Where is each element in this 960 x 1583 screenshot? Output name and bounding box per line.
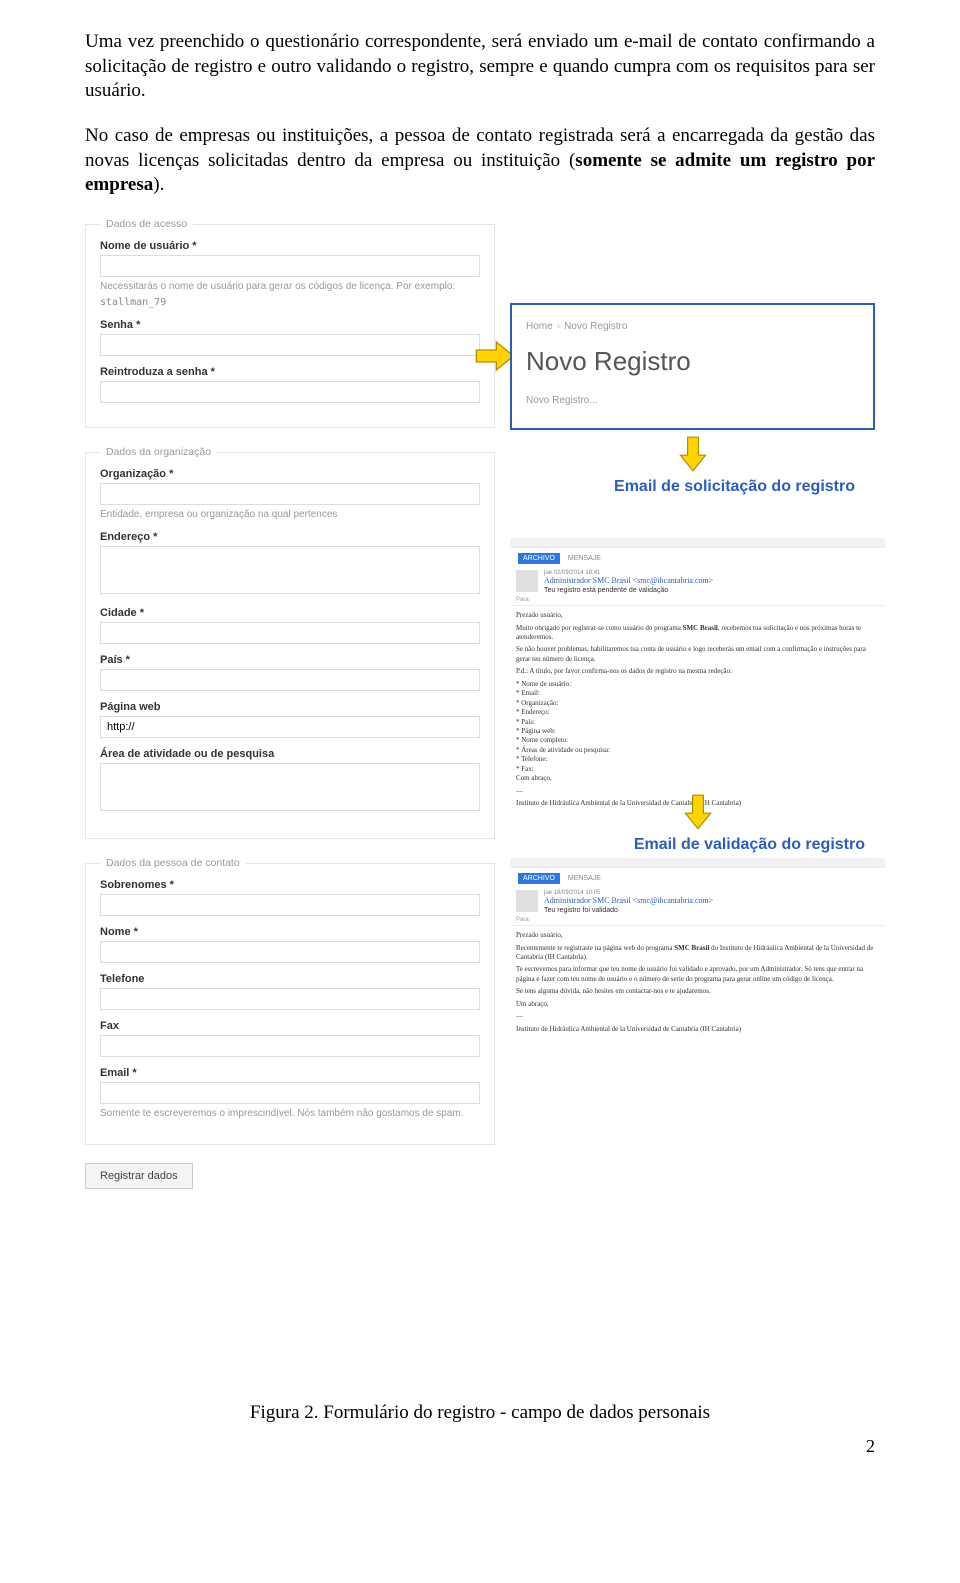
- arrow-down-icon-2: [678, 794, 718, 830]
- intro-paragraph-2: No caso de empresas ou instituições, a p…: [85, 124, 875, 198]
- legend-contact: Dados da pessoa de contato: [100, 857, 246, 869]
- breadcrumb-current: Novo Registro: [564, 321, 627, 332]
- fieldset-access: Dados de acesso Nome de usuário * Necess…: [85, 218, 495, 428]
- intro-paragraph-1: Uma vez preenchido o questionário corres…: [85, 30, 875, 104]
- avatar-icon: [516, 570, 538, 592]
- right-column: Home›Novo Registro Novo Registro Novo Re…: [510, 303, 875, 500]
- label-pagina: Página web: [100, 701, 480, 713]
- label-org: Organização *: [100, 468, 480, 480]
- arrow-right-icon: [475, 338, 515, 374]
- email-input[interactable]: [100, 1082, 480, 1104]
- label-email: Email *: [100, 1067, 480, 1079]
- label-senha: Senha *: [100, 319, 480, 331]
- label-fax: Fax: [100, 1020, 480, 1032]
- email2-body: Prezado usuário, Recentemente te registr…: [510, 928, 885, 1040]
- fax-input[interactable]: [100, 1035, 480, 1057]
- email-heading-2: Email de validação do registro: [510, 836, 885, 854]
- label-nome: Nome *: [100, 926, 480, 938]
- label-telefone: Telefone: [100, 973, 480, 985]
- email1-header: ARCHIVO MENSAJE jue 02/09/2014 18:41 Adm…: [510, 548, 885, 597]
- email-screenshot-2: ARCHIVO MENSAJE jue 18/09/2014 10:05 Adm…: [510, 858, 885, 1040]
- novo-title: Novo Registro: [526, 346, 859, 377]
- org-help: Entidade, empresa ou organização na qual…: [100, 508, 480, 521]
- breadcrumb-home: Home: [526, 321, 553, 332]
- email2-subject: Teu registro foi validado: [516, 907, 879, 914]
- area-input[interactable]: [100, 763, 480, 811]
- email1-tab: MENSAJE: [568, 555, 601, 562]
- nome-input[interactable]: [100, 941, 480, 963]
- email2-tab: MENSAJE: [568, 875, 601, 882]
- label-pais: País *: [100, 654, 480, 666]
- org-input[interactable]: [100, 483, 480, 505]
- label-senha2: Reintroduza a senha *: [100, 366, 480, 378]
- fieldset-contact: Dados da pessoa de contato Sobrenomes * …: [85, 857, 495, 1145]
- registration-form: Dados de acesso Nome de usuário * Necess…: [85, 218, 495, 1189]
- novo-subtitle: Novo Registro...: [526, 395, 859, 406]
- avatar-icon-2: [516, 890, 538, 912]
- figure-composite: Dados de acesso Nome de usuário * Necess…: [85, 218, 875, 1398]
- email1-subject: Teu registro está pendente de validação: [516, 587, 879, 594]
- figure-caption: Figura 2. Formulário do registro - campo…: [85, 1402, 875, 1424]
- page-number: 2: [85, 1436, 875, 1457]
- breadcrumb: Home›Novo Registro: [526, 321, 859, 332]
- email1-ribbon: [510, 538, 885, 548]
- endereco-input[interactable]: [100, 546, 480, 594]
- arrow-down-icon-1: [673, 436, 713, 472]
- senha2-input[interactable]: [100, 381, 480, 403]
- email2-ribbon: [510, 858, 885, 868]
- email-screenshot-1: ARCHIVO MENSAJE jue 02/09/2014 18:41 Adm…: [510, 538, 885, 814]
- email2-para-label: Para: [510, 917, 885, 923]
- username-example: stallman_79: [100, 296, 480, 309]
- fieldset-org: Dados da organização Organização * Entid…: [85, 446, 495, 839]
- label-endereco: Endereço *: [100, 531, 480, 543]
- label-sobrenomes: Sobrenomes *: [100, 879, 480, 891]
- email2-from: Administrador SMC Brasil <smc@ihcantabri…: [516, 896, 879, 905]
- pais-input[interactable]: [100, 669, 480, 691]
- email1-para-label: Para: [510, 597, 885, 603]
- telefone-input[interactable]: [100, 988, 480, 1010]
- senha-input[interactable]: [100, 334, 480, 356]
- label-area: Área de atividade ou de pesquisa: [100, 748, 480, 760]
- legend-org: Dados da organização: [100, 446, 217, 458]
- email-help: Somente te escreveremos o imprescindível…: [100, 1107, 480, 1120]
- submit-button[interactable]: Registrar dados: [85, 1163, 193, 1189]
- email2-badge: ARCHIVO: [518, 873, 560, 884]
- email1-badge: ARCHIVO: [518, 553, 560, 564]
- label-username: Nome de usuário *: [100, 240, 480, 252]
- legend-access: Dados de acesso: [100, 218, 193, 230]
- cidade-input[interactable]: [100, 622, 480, 644]
- sobrenomes-input[interactable]: [100, 894, 480, 916]
- username-help: Necessitarás o nome de usuário para gera…: [100, 280, 480, 293]
- email1-body: Prezado usuário, Muito obrigado por regi…: [510, 608, 885, 814]
- pagina-input[interactable]: [100, 716, 480, 738]
- username-input[interactable]: [100, 255, 480, 277]
- novo-registro-panel: Home›Novo Registro Novo Registro Novo Re…: [510, 303, 875, 430]
- email1-from: Administrador SMC Brasil <smc@ihcantabri…: [516, 576, 879, 585]
- email2-header: ARCHIVO MENSAJE jue 18/09/2014 10:05 Adm…: [510, 868, 885, 917]
- label-cidade: Cidade *: [100, 607, 480, 619]
- email-heading-1: Email de solicitação do registro: [510, 478, 875, 496]
